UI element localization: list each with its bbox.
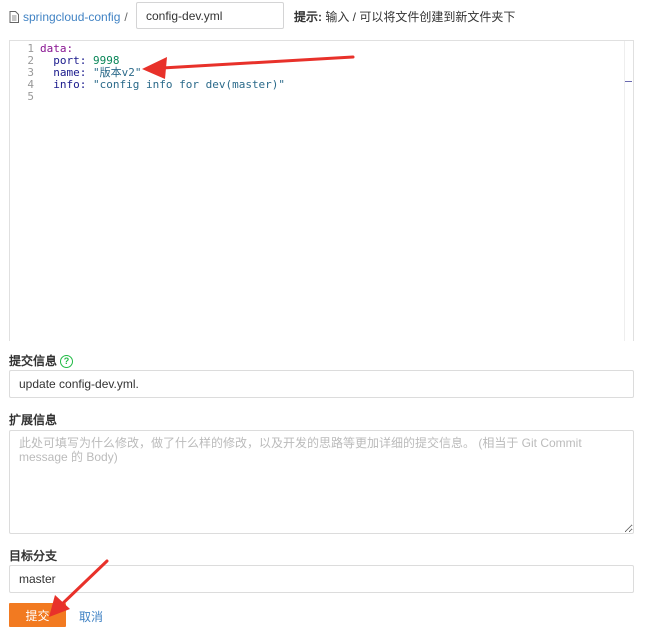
cancel-link[interactable]: 取消 xyxy=(79,608,103,625)
breadcrumb: springcloud-config / xyxy=(9,2,132,32)
file-icon xyxy=(9,11,19,23)
target-branch-input[interactable] xyxy=(9,565,634,593)
repo-link[interactable]: springcloud-config xyxy=(23,10,120,24)
path-separator: / xyxy=(124,10,128,24)
hint-text: 提示: 输入 / 可以将文件创建到新文件夹下 xyxy=(294,8,515,25)
code-key: info: xyxy=(53,78,87,91)
line-number: 1 xyxy=(27,42,34,55)
code-editor[interactable]: 1 data: 2 port: 9998 3 name: "版本v2" 4 info: … xyxy=(9,40,634,341)
code-lines: 1 data: 2 port: 9998 3 name: "版本v2" 4 info: … xyxy=(10,43,285,103)
code-text: info: "config info for dev(master)" xyxy=(40,79,285,91)
code-value: "config info for dev(master)" xyxy=(86,78,286,91)
hint-body: 输入 / 可以将文件创建到新文件夹下 xyxy=(322,10,516,24)
editor-scroll-marker xyxy=(625,81,632,82)
code-line: 5 xyxy=(10,91,285,103)
help-icon[interactable]: ? xyxy=(60,355,74,369)
commit-message-input[interactable] xyxy=(9,370,634,398)
commit-label-text: 提交信息 xyxy=(9,354,58,368)
extended-label: 扩展信息 xyxy=(9,413,58,427)
submit-button[interactable]: 提交 xyxy=(9,603,66,627)
line-number: 3 xyxy=(27,66,34,79)
filename-input[interactable] xyxy=(136,2,284,29)
line-number: 4 xyxy=(27,78,34,91)
commit-label: 提交信息? xyxy=(9,352,74,369)
editor-page: springcloud-config / 提示: 输入 / 可以将文件创建到新文… xyxy=(0,0,645,639)
extended-message-textarea[interactable] xyxy=(9,430,634,534)
line-number: 2 xyxy=(27,54,34,67)
branch-label: 目标分支 xyxy=(9,549,58,563)
line-number: 5 xyxy=(27,90,34,103)
editor-scrollbar[interactable] xyxy=(624,41,633,341)
code-line: 4 info: "config info for dev(master)" xyxy=(10,79,285,91)
hint-label: 提示: xyxy=(294,10,322,24)
